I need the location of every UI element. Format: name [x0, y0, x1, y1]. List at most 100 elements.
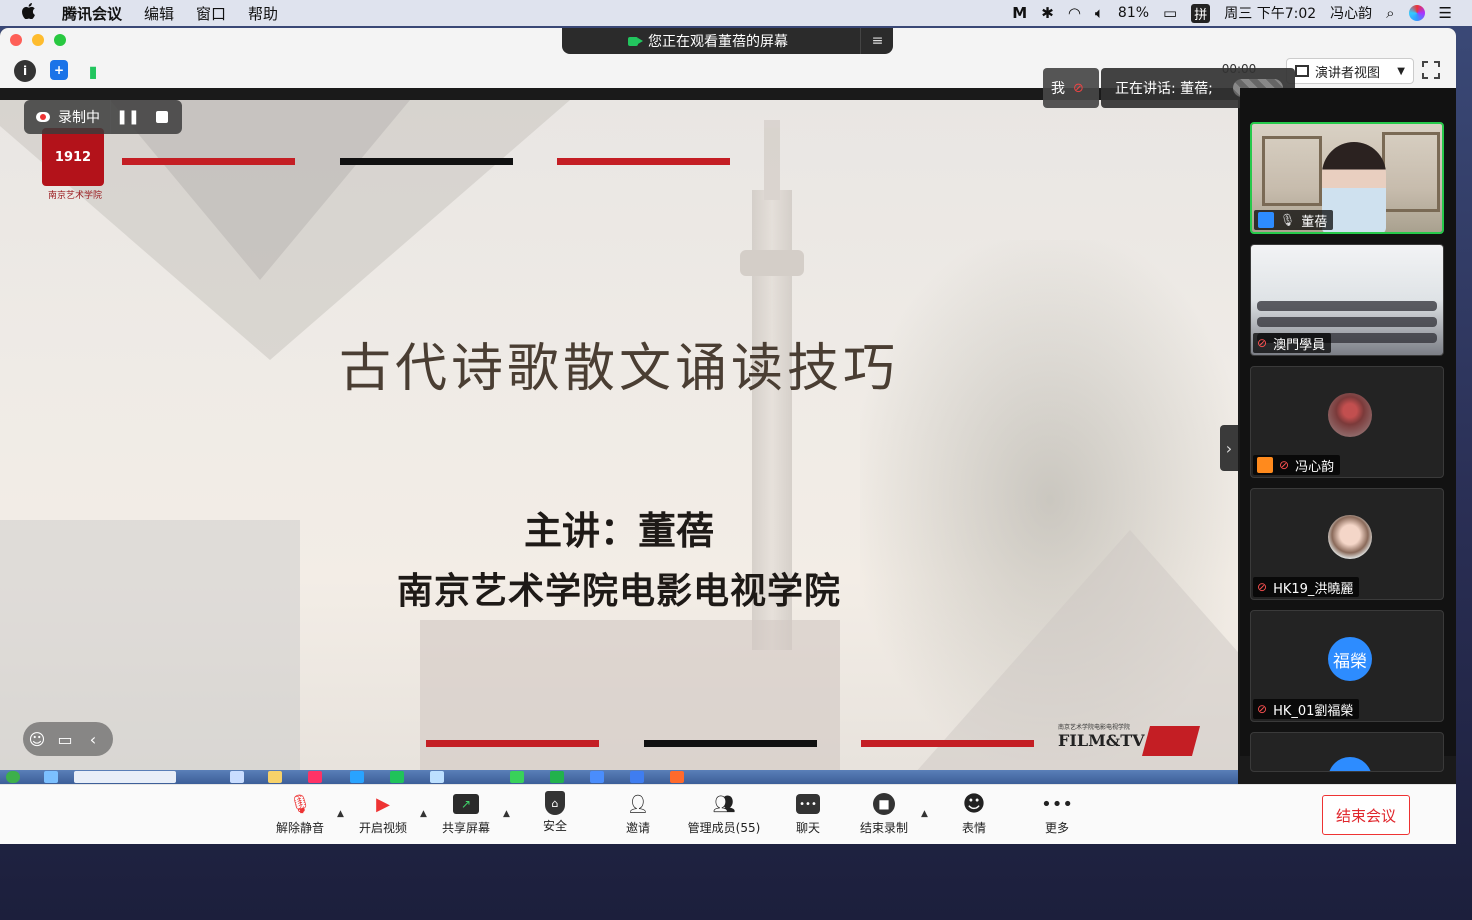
emoji-icon[interactable]: ☺	[23, 730, 51, 749]
unmute-label: 解除静音	[275, 821, 324, 835]
fullscreen-icon[interactable]	[1422, 61, 1440, 79]
share-banner-text: 您正在观看董蓓的屏幕	[648, 34, 788, 50]
close-window-button[interactable]	[10, 34, 22, 46]
film-tv-mark	[1141, 726, 1201, 756]
participant-name-tag: ⊘ 澳門學員	[1253, 333, 1332, 353]
share-screen-button[interactable]: ↗ 共享屏幕	[431, 791, 501, 839]
chevron-left-icon[interactable]: ‹	[79, 730, 107, 749]
invite-button[interactable]: 👤︎ 邀请	[603, 791, 673, 839]
titlebar-tools: i + ▮	[14, 60, 104, 82]
mic-muted-icon: ⊘	[1257, 580, 1268, 594]
self-tag: 我 ⊘	[1043, 68, 1099, 108]
mic-muted-icon: ⊘	[1257, 336, 1268, 350]
participant-name: HK_01劉福榮	[1273, 703, 1354, 719]
stop-recording-icon[interactable]	[145, 100, 179, 134]
menubar-user[interactable]: 冯心韵	[1330, 3, 1372, 23]
chat-label: 聊天	[795, 821, 820, 835]
taskbar-app-icon	[268, 771, 282, 783]
volume-icon[interactable]: 🔈︎	[1095, 4, 1104, 22]
participant-initials-avatar	[1328, 757, 1372, 771]
menu-help[interactable]: 帮助	[248, 3, 278, 24]
end-meeting-button[interactable]: 结束会议	[1322, 795, 1410, 835]
menu-window[interactable]: 窗口	[196, 3, 226, 24]
video-label: 开启视频	[358, 821, 407, 835]
taskbar-app-icon	[308, 771, 322, 783]
more-dots-icon: •••	[1041, 793, 1073, 815]
mic-muted-icon: 🎙︎	[288, 793, 312, 815]
bluetooth-icon[interactable]: ✱	[1041, 4, 1054, 22]
collapse-panel-button[interactable]: ›	[1220, 425, 1238, 471]
menu-edit[interactable]: 编辑	[144, 3, 174, 24]
meeting-info-icon[interactable]: i	[14, 60, 36, 82]
camera-icon	[628, 36, 643, 46]
apple-menu-icon[interactable]	[22, 3, 42, 23]
taskbar-app-icon	[350, 771, 364, 783]
share-options-caret[interactable]: ▲	[503, 809, 510, 819]
start-orb-icon	[6, 771, 20, 783]
chat-bubble-icon[interactable]: ▭	[51, 730, 79, 749]
participant-tile[interactable]: ⊘ HK19_洪曉麗	[1250, 488, 1444, 600]
participant-tile[interactable]: ⊘ 冯心韵	[1250, 366, 1444, 478]
mic-muted-icon: ⊘	[1073, 80, 1084, 96]
classroom-row	[1257, 317, 1437, 327]
top-stripe-black	[340, 158, 513, 165]
record-options-caret[interactable]: ▲	[921, 809, 928, 819]
pause-recording-icon[interactable]: ❚❚	[110, 100, 145, 134]
wifi-icon[interactable]: ◠	[1068, 4, 1081, 22]
participant-name: 澳門學員	[1273, 337, 1326, 353]
participant-tile[interactable]: ⊘ 澳門學員	[1250, 244, 1444, 356]
taskbar-app-icon	[430, 771, 444, 783]
recording-label: 录制中	[58, 110, 100, 126]
background-building	[420, 620, 840, 784]
meeting-window: 您正在观看董蓓的屏幕 ≡ i + ▮ 00:00 演讲者视图 ▼ 1912 南京…	[0, 28, 1456, 844]
stop-record-icon: ■	[873, 793, 895, 815]
taskbar-app-icon	[550, 771, 564, 783]
participant-tile[interactable]: 福榮 ⊘ HK_01劉福榮	[1250, 610, 1444, 722]
zoom-window-button[interactable]	[54, 34, 66, 46]
menubar-status-area: M ✱ ◠ 🔈︎ 81% ▭ 拼 周三 下午7:02 冯心韵 ⌕ ☰	[1012, 0, 1452, 26]
shared-screen-slide: 1912 南京艺术学院 古代诗歌散文诵读技巧 主讲：董蓓 南京艺术学院电影电视学…	[0, 100, 1238, 784]
minimize-window-button[interactable]	[32, 34, 44, 46]
malwarebytes-icon[interactable]: M	[1012, 4, 1027, 22]
chevron-right-icon: ›	[1225, 438, 1233, 458]
reactions-button[interactable]: ☻ 表情	[939, 791, 1009, 839]
battery-icon[interactable]: ▭	[1163, 4, 1177, 22]
network-quality-icon[interactable]: ▮	[82, 60, 104, 82]
stop-recording-button[interactable]: ■ 结束录制	[849, 791, 919, 839]
chat-button[interactable]: ••• 聊天	[773, 791, 843, 839]
menu-app-name[interactable]: 腾讯会议	[62, 3, 122, 24]
active-speaker-text: 正在讲话: 董蓓;	[1115, 81, 1213, 97]
taskbar-app-icon	[590, 771, 604, 783]
manage-members-button[interactable]: 👥︎ 管理成员(55)	[680, 791, 768, 839]
classroom-row	[1257, 301, 1437, 311]
participant-tile-partial[interactable]	[1250, 732, 1444, 772]
slide-school: 南京艺术学院电影电视学院	[396, 570, 841, 612]
security-shield-icon[interactable]: +	[50, 60, 68, 80]
speaker-view-icon	[1295, 65, 1309, 77]
unmute-button[interactable]: 🎙︎ 解除静音	[265, 791, 335, 839]
bottom-stripe-red	[861, 740, 1034, 747]
bottom-stripe-black	[644, 740, 817, 747]
security-button[interactable]: ⌂ 安全	[520, 791, 590, 839]
participant-tile[interactable]: 🎙︎ 董蓓	[1250, 122, 1444, 234]
more-button[interactable]: ••• 更多	[1022, 791, 1092, 839]
add-person-icon: 👤︎	[626, 793, 650, 815]
user-avatar-icon	[1257, 457, 1273, 473]
view-mode-dropdown[interactable]: 演讲者视图 ▼	[1286, 58, 1414, 84]
video-options-caret[interactable]: ▲	[420, 809, 427, 819]
security-label: 安全	[542, 819, 567, 833]
menubar-clock[interactable]: 周三 下午7:02	[1224, 3, 1316, 23]
university-logo: 1912	[42, 128, 104, 186]
reactions-label: 表情	[961, 821, 986, 835]
taskbar-app-icon	[510, 771, 524, 783]
control-center-icon[interactable]: ☰	[1439, 4, 1452, 22]
input-method-icon[interactable]: 拼	[1191, 3, 1211, 23]
start-video-button[interactable]: ▶︎ 开启视频	[348, 791, 418, 839]
share-options-menu-icon[interactable]: ≡	[860, 28, 894, 54]
stop-record-label: 结束录制	[859, 821, 908, 835]
battery-percent: 81%	[1117, 5, 1150, 21]
spotlight-search-icon[interactable]: ⌕	[1386, 4, 1394, 22]
participant-initials-avatar: 福榮	[1328, 637, 1372, 681]
siri-icon[interactable]	[1408, 5, 1425, 21]
audio-options-caret[interactable]: ▲	[337, 809, 344, 819]
